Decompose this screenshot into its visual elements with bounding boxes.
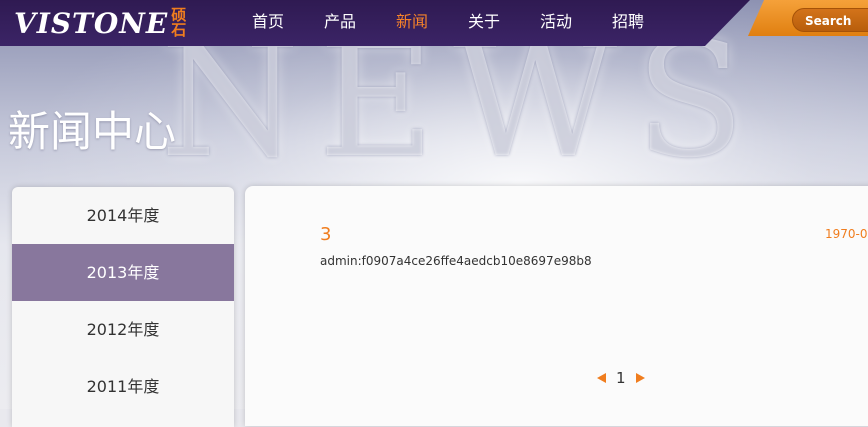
top-navbar: VISTONE 硕石 首页 产品 新闻 关于 活动 招聘 <box>0 0 750 46</box>
nav-item-about[interactable]: 关于 <box>448 0 520 46</box>
sidebar-item-2012[interactable]: 2012年度 <box>12 301 234 358</box>
prev-page-icon[interactable] <box>597 373 606 383</box>
sidebar-item-2011[interactable]: 2011年度 <box>12 358 234 415</box>
sidebar-item-2013[interactable]: 2013年度 <box>12 244 234 301</box>
nav-item-news[interactable]: 新闻 <box>376 0 448 46</box>
sidebar-item-2014[interactable]: 2014年度 <box>12 187 234 244</box>
news-item-date: 1970-01-01 <box>825 227 868 241</box>
logo-chinese: 硕石 <box>171 6 187 39</box>
page-title: 新闻中心 <box>8 107 177 156</box>
nav-item-home[interactable]: 首页 <box>232 0 304 46</box>
news-item-title[interactable]: 3 <box>320 224 331 245</box>
pagination: 1 <box>597 369 645 387</box>
year-sidebar: 2014年度 2013年度 2012年度 2011年度 <box>12 187 234 427</box>
news-item-summary: admin:f0907a4ce26ffe4aedcb10e8697e98b8 <box>320 254 592 268</box>
main-nav: 首页 产品 新闻 关于 活动 招聘 <box>232 0 664 46</box>
logo-text: VISTONE <box>14 6 169 40</box>
nav-item-products[interactable]: 产品 <box>304 0 376 46</box>
logo[interactable]: VISTONE 硕石 <box>14 0 187 46</box>
page-number[interactable]: 1 <box>616 369 626 387</box>
news-panel: 3 1970-01-01 admin:f0907a4ce26ffe4aedcb1… <box>245 186 868 426</box>
nav-item-jobs[interactable]: 招聘 <box>592 0 664 46</box>
next-page-icon[interactable] <box>635 373 645 383</box>
nav-item-events[interactable]: 活动 <box>520 0 592 46</box>
search-button[interactable]: Search <box>792 8 868 32</box>
